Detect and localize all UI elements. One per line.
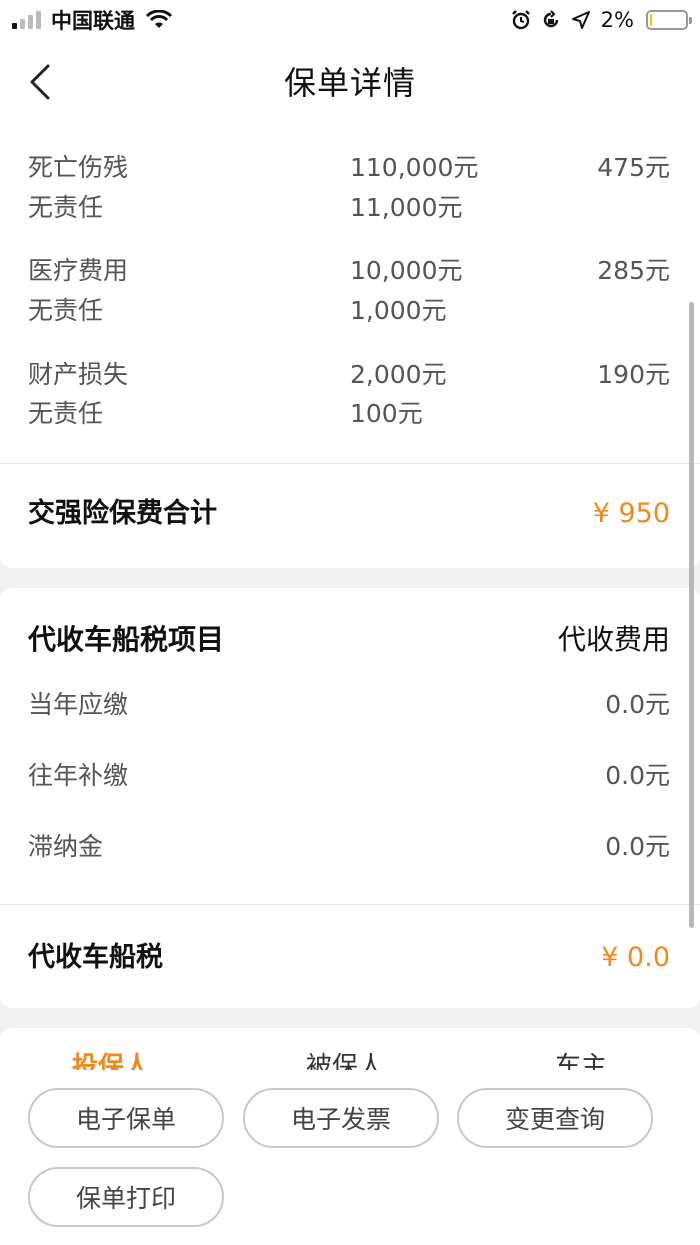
status-bar: 中国联通 2% <box>0 0 700 40</box>
coverage-row: 无责任 100元 <box>28 396 670 432</box>
coverage-name: 无责任 <box>28 399 104 428</box>
coverage-premium: 475元 <box>597 153 670 182</box>
coverage-amount: 10,000元 <box>350 256 463 285</box>
tax-row-label: 当年应缴 <box>28 690 129 719</box>
battery-icon <box>646 10 692 30</box>
divider <box>0 904 700 905</box>
e-invoice-button[interactable]: 电子发票 <box>243 1088 439 1148</box>
battery-percent: 2% <box>600 8 634 32</box>
divider <box>0 463 700 464</box>
coverage-name: 财产损失 <box>28 360 129 389</box>
tax-row: 当年应缴 0.0元 <box>28 687 670 723</box>
coverage-row: 医疗费用 10,000元 285元 <box>28 253 670 289</box>
coverage-name: 无责任 <box>28 296 104 325</box>
tax-row-value: 0.0元 <box>605 690 670 719</box>
coverage-amount: 2,000元 <box>350 360 447 389</box>
tax-total-value: ¥ 0.0 <box>601 942 670 973</box>
tax-header: 代收车船税项目 代收费用 <box>28 620 670 660</box>
wifi-icon <box>145 10 173 28</box>
coverage-amount: 100元 <box>350 399 423 428</box>
tax-row-value: 0.0元 <box>605 832 670 861</box>
coverage-name: 医疗费用 <box>28 256 129 285</box>
coverage-row: 无责任 11,000元 <box>28 190 670 226</box>
alarm-icon <box>511 10 530 30</box>
coverage-row: 财产损失 2,000元 190元 <box>28 357 670 393</box>
coverage-premium: 190元 <box>597 360 670 389</box>
coverage-name: 死亡伤残 <box>28 153 129 182</box>
compulsory-total-label: 交强险保费合计 <box>28 498 217 529</box>
coverage-amount: 11,000元 <box>350 193 463 222</box>
tax-header-left: 代收车船税项目 <box>28 623 225 656</box>
signal-icon <box>12 11 41 29</box>
bottom-action-bar: 电子保单 电子发票 变更查询 保单打印 <box>0 1070 700 1245</box>
coverage-name: 无责任 <box>28 193 104 222</box>
vehicle-tax-card: 代收车船税项目 代收费用 当年应缴 0.0元 往年补缴 0.0元 滞纳金 0.0… <box>0 588 700 1008</box>
compulsory-total-value: ¥ 950 <box>592 498 670 529</box>
coverage-amount: 1,000元 <box>350 296 447 325</box>
location-arrow-icon <box>571 11 590 29</box>
battery-fill <box>650 14 652 26</box>
tax-row-value: 0.0元 <box>605 761 670 790</box>
carrier-name: 中国联通 <box>51 9 135 33</box>
tax-header-right: 代收费用 <box>557 623 670 656</box>
tax-row-label: 滞纳金 <box>28 832 104 861</box>
navigation-bar: 保单详情 <box>0 40 700 122</box>
coverage-premium: 285元 <box>597 256 670 285</box>
chevron-left-icon <box>30 64 50 100</box>
compulsory-total-row: 交强险保费合计 ¥ 950 <box>28 494 670 534</box>
rotation-lock-icon <box>543 10 558 28</box>
change-query-button[interactable]: 变更查询 <box>457 1088 653 1148</box>
tax-row: 往年补缴 0.0元 <box>28 758 670 794</box>
coverage-row: 无责任 1,000元 <box>28 293 670 329</box>
page-title: 保单详情 <box>283 64 416 102</box>
compulsory-insurance-card: 死亡伤残 110,000元 475元 无责任 11,000元 医疗费用 10,0… <box>0 122 700 568</box>
tax-row: 滞纳金 0.0元 <box>28 829 670 865</box>
back-button[interactable] <box>28 60 64 104</box>
e-policy-button[interactable]: 电子保单 <box>28 1088 224 1148</box>
scrollbar[interactable] <box>689 302 694 928</box>
tax-total-row: 代收车船税 ¥ 0.0 <box>28 938 670 978</box>
tax-total-label: 代收车船税 <box>28 942 163 973</box>
print-policy-button[interactable]: 保单打印 <box>28 1167 224 1227</box>
tax-row-label: 往年补缴 <box>28 761 129 790</box>
coverage-row: 死亡伤残 110,000元 475元 <box>28 150 670 186</box>
coverage-amount: 110,000元 <box>350 153 479 182</box>
